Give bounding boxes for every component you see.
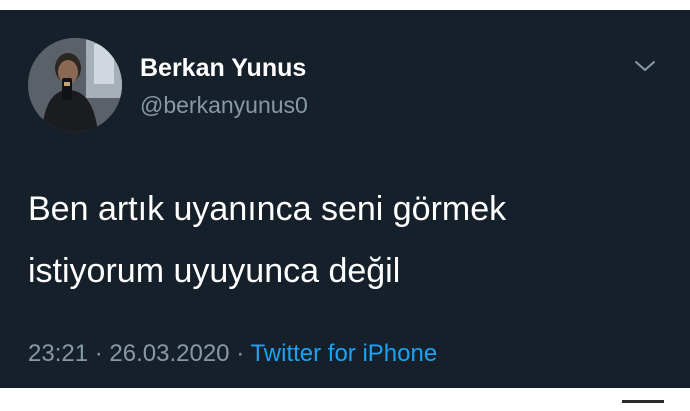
tweet-text: Ben artık uyanınca seni görmek istiyorum… <box>28 178 648 302</box>
divider <box>622 400 664 403</box>
tweet-text-line: istiyorum uyuyunca değil <box>28 252 401 290</box>
tweet-date[interactable]: 26.03.2020 <box>109 340 229 367</box>
chevron-down-icon[interactable] <box>632 56 658 76</box>
meta-separator: · <box>236 340 245 367</box>
author-handle[interactable]: @berkanyunus0 <box>140 92 308 119</box>
profile-photo-icon <box>28 38 122 132</box>
tweet-card: Berkan Yunus @berkanyunus0 Ben artık uya… <box>0 10 690 388</box>
author-display-name[interactable]: Berkan Yunus <box>140 54 306 83</box>
meta-separator: · <box>94 340 103 367</box>
tweet-time[interactable]: 23:21 <box>28 340 88 367</box>
tweet-meta: 23:21 · 26.03.2020 · Twitter for iPhone <box>28 340 437 368</box>
tweet-text-line: Ben artık uyanınca seni görmek <box>28 190 507 228</box>
avatar[interactable] <box>28 38 122 132</box>
tweet-source-link[interactable]: Twitter for iPhone <box>250 340 437 367</box>
